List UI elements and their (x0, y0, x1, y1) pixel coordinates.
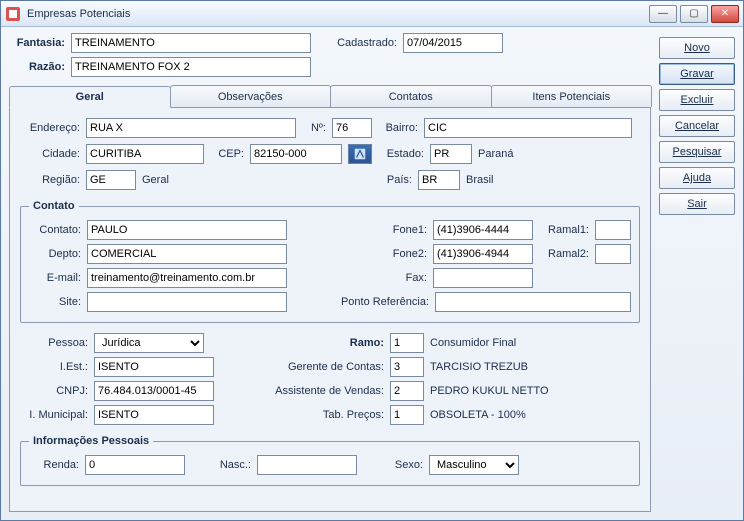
contato-group: Contato Contato: Fone1: Ramal1: Depto: (20, 200, 640, 323)
ramo-label: Ramo: (244, 337, 384, 349)
site-input[interactable] (87, 292, 287, 312)
ramal1-label: Ramal1: (539, 224, 589, 236)
gravar-button[interactable]: Gravar (659, 63, 735, 85)
endereco-label: Endereço: (20, 122, 80, 134)
cidade-label: Cidade: (20, 148, 80, 160)
ponto-input[interactable] (435, 292, 631, 312)
pessoais-group: Informações Pessoais Renda: Nasc.: Sexo:… (20, 435, 640, 486)
pais-label: País: (376, 174, 412, 186)
excluir-button[interactable]: Excluir (659, 89, 735, 111)
pais-nome: Brasil (466, 174, 526, 186)
imun-label: I. Municipal: (20, 409, 88, 421)
tab-strip: Geral Observações Contatos Itens Potenci… (9, 85, 651, 108)
iest-label: I.Est.: (20, 361, 88, 373)
cnpj-input[interactable] (94, 381, 214, 401)
razao-label: Razão: (9, 61, 65, 73)
depto-label: Depto: (29, 248, 81, 260)
ramo-input[interactable] (390, 333, 424, 353)
window-title: Empresas Potenciais (27, 8, 649, 20)
tab-itens-potenciais[interactable]: Itens Potenciais (491, 85, 653, 107)
pessoa-select[interactable]: Jurídica (94, 333, 204, 353)
pais-input[interactable] (418, 170, 460, 190)
imun-input[interactable] (94, 405, 214, 425)
bairro-input[interactable] (424, 118, 632, 138)
app-icon (5, 6, 21, 22)
iest-input[interactable] (94, 357, 214, 377)
razao-input[interactable] (71, 57, 311, 77)
ramal1-input[interactable] (595, 220, 631, 240)
fantasia-label: Fantasia: (9, 37, 65, 49)
bairro-label: Bairro: (378, 122, 418, 134)
gerente-input[interactable] (390, 357, 424, 377)
fantasia-input[interactable] (71, 33, 311, 53)
fone1-label: Fone1: (381, 224, 427, 236)
sexo-label: Sexo: (363, 459, 423, 471)
ajuda-button[interactable]: Ajuda (659, 167, 735, 189)
contato-input[interactable] (87, 220, 287, 240)
cep-input[interactable] (250, 144, 342, 164)
regiao-label: Região: (20, 174, 80, 186)
estado-input[interactable] (430, 144, 472, 164)
sexo-select[interactable]: Masculino (429, 455, 519, 475)
assistente-input[interactable] (390, 381, 424, 401)
numero-label: Nº: (302, 122, 326, 134)
ramal2-label: Ramal2: (539, 248, 589, 260)
email-input[interactable] (87, 268, 287, 288)
tabprecos-nome: OBSOLETA - 100% (430, 409, 526, 421)
action-sidebar: Novo Gravar Excluir Cancelar Pesquisar A… (659, 33, 735, 512)
search-icon (353, 147, 367, 161)
contato-label: Contato: (29, 224, 81, 236)
depto-input[interactable] (87, 244, 287, 264)
assistente-label: Assistente de Vendas: (244, 385, 384, 397)
pessoa-label: Pessoa: (20, 337, 88, 349)
pesquisar-button[interactable]: Pesquisar (659, 141, 735, 163)
ponto-label: Ponto Referência: (319, 296, 429, 308)
tab-observacoes[interactable]: Observações (170, 85, 332, 107)
endereco-input[interactable] (86, 118, 296, 138)
tab-contatos[interactable]: Contatos (330, 85, 492, 107)
cancelar-button[interactable]: Cancelar (659, 115, 735, 137)
sair-button[interactable]: Sair (659, 193, 735, 215)
fone1-input[interactable] (433, 220, 533, 240)
cadastrado-label: Cadastrado: (327, 37, 397, 49)
minimize-button[interactable]: ― (649, 5, 677, 23)
cidade-input[interactable] (86, 144, 204, 164)
renda-label: Renda: (29, 459, 79, 471)
fone2-label: Fone2: (381, 248, 427, 260)
app-window: Empresas Potenciais ― ▢ ✕ Fantasia: Cada… (0, 0, 744, 521)
numero-input[interactable] (332, 118, 372, 138)
fax-input[interactable] (433, 268, 533, 288)
close-button[interactable]: ✕ (711, 5, 739, 23)
pessoais-legend: Informações Pessoais (29, 435, 153, 447)
tabprecos-label: Tab. Preços: (244, 409, 384, 421)
assistente-nome: PEDRO KUKUL NETTO (430, 385, 549, 397)
estado-nome: Paraná (478, 148, 538, 160)
gerente-nome: TARCISIO TREZUB (430, 361, 528, 373)
tab-geral[interactable]: Geral (9, 86, 171, 108)
cadastrado-input[interactable] (403, 33, 503, 53)
fone2-input[interactable] (433, 244, 533, 264)
titlebar: Empresas Potenciais ― ▢ ✕ (1, 1, 743, 27)
cep-lookup-button[interactable] (348, 144, 372, 164)
ramal2-input[interactable] (595, 244, 631, 264)
nasc-input[interactable] (257, 455, 357, 475)
site-label: Site: (29, 296, 81, 308)
contato-legend: Contato (29, 200, 79, 212)
ramo-nome: Consumidor Final (430, 337, 516, 349)
panel-geral: Endereço: Nº: Bairro: Cidade: CEP: Estad… (9, 108, 651, 512)
email-label: E-mail: (29, 272, 81, 284)
novo-button[interactable]: Novo (659, 37, 735, 59)
estado-label: Estado: (378, 148, 424, 160)
nasc-label: Nasc.: (191, 459, 251, 471)
cep-label: CEP: (210, 148, 244, 160)
renda-input[interactable] (85, 455, 185, 475)
window-buttons: ― ▢ ✕ (649, 5, 739, 23)
maximize-button[interactable]: ▢ (680, 5, 708, 23)
regiao-nome: Geral (142, 174, 202, 186)
fax-label: Fax: (381, 272, 427, 284)
regiao-input[interactable] (86, 170, 136, 190)
gerente-label: Gerente de Contas: (244, 361, 384, 373)
tabprecos-input[interactable] (390, 405, 424, 425)
cnpj-label: CNPJ: (20, 385, 88, 397)
